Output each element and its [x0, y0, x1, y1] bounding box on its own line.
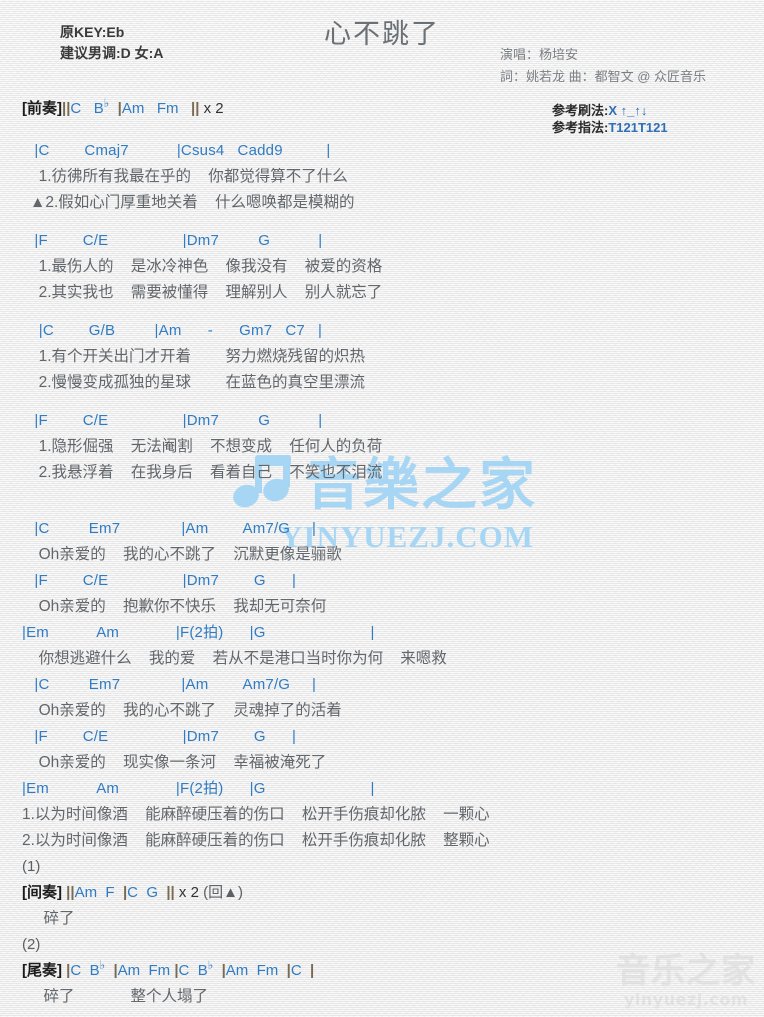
lyric-line: 碎了 [22, 910, 75, 927]
prelude-chord-fm: Fm [156, 100, 179, 117]
lyric-line: 2.慢慢变成孤独的星球 在蓝色的真空里漂流 [30, 374, 365, 391]
lyric-line: Oh亲爱的 现实像一条河 幸福被淹死了 [30, 754, 327, 771]
prelude-chord-bb: B♭ [93, 96, 110, 117]
chord-line: |F C/E |Dm7 G | [30, 572, 297, 589]
lyric-line: 2.其实我也 需要被懂得 理解别人 别人就忘了 [30, 284, 383, 301]
chord-line: |F C/E |Dm7 G | [30, 232, 323, 249]
singer-line: 演唱：杨培安 [500, 47, 579, 62]
lyric-line: 1.最伤人的 是冰冷神色 像我没有 被爱的资格 [30, 258, 383, 275]
interlude-line: [间奏] ||Am F |C G || x 2 (回▲) [0, 880, 764, 906]
outro-tag: [尾奏] [22, 962, 62, 979]
lyric-line: 2.我悬浮着 在我身后 看着自己 不笑也不泪流 [30, 464, 383, 481]
outro-chord-c1: C [70, 962, 82, 979]
chord-line: |C Em7 |Am Am7/G | [30, 520, 317, 537]
writers-line: 詞：姚若龙 曲：都智文 @ 众匠音乐 [500, 69, 707, 84]
outro-chord-fm1: Fm [148, 962, 171, 979]
sheet-header: 原KEY:Eb 建议男调:D 女:A 心不跳了 演唱：杨培安 詞：姚若龙 曲：都… [0, 0, 764, 135]
lyric-line: 2.以为时间像酒 能麻醉硬压着的伤口 松开手伤痕却化脓 整颗心 [22, 832, 490, 849]
lyric-line: Oh亲爱的 抱歉你不快乐 我却无可奈何 [30, 598, 327, 615]
outro-chord-bb1: B♭ [89, 958, 106, 979]
prelude-bar-end: || [191, 100, 200, 117]
outro-chord-fm2: Fm [256, 962, 279, 979]
interlude-return-note: (回▲) [203, 884, 243, 901]
chord-line: |C Em7 |Am Am7/G | [30, 676, 317, 693]
lyric-line: 1.以为时间像酒 能麻醉硬压着的伤口 松开手伤痕却化脓 一颗心 [22, 806, 490, 823]
lyric-line: 1.有个开关出门才开着 努力燃烧残留的炽热 [30, 348, 365, 365]
lyric-line: Oh亲爱的 我的心不跳了 灵魂掉了的活着 [30, 702, 342, 719]
lyric-line: 1.隐形倔强 无法阉割 不想变成 任何人的负荷 [30, 438, 383, 455]
prelude-repeat: x 2 [203, 100, 224, 117]
sheet-body: [前奏] || C B♭ | Am Fm || x 2 |C Cmaj7 |Csus4… [0, 96, 764, 1010]
chord-line: |Em Am |F(2拍) |G | [22, 624, 375, 641]
interlude-chord-c: C [127, 884, 138, 901]
credits: 演唱：杨培安 詞：姚若龙 曲：都智文 @ 众匠音乐 [500, 44, 706, 88]
outro-chord-c3: C [290, 962, 302, 979]
prelude-line: [前奏]||C B♭ |Am Fm || x 2 [0, 96, 764, 122]
chord-sheet: 原KEY:Eb 建议男调:D 女:A 心不跳了 演唱：杨培安 詞：姚若龙 曲：都… [0, 0, 764, 1017]
outro-chord-am1: Am [117, 962, 141, 979]
prelude-tag: [前奏] [22, 100, 62, 117]
interlude-bar-end: || [166, 884, 175, 901]
outro-chord-bb2: B♭ [197, 958, 214, 979]
lyric-line: 你想逃避什么 我的爱 若从不是港口当时你为何 来嗯救 [30, 650, 447, 667]
outro-line: [尾奏] |C B♭ |Am Fm |C B♭ |Am Fm |C | [0, 958, 764, 984]
chord-line: |C Cmaj7 |Csus4 Cadd9 | [30, 142, 331, 159]
interlude-open-bars: || [66, 884, 75, 901]
outro-chord-c2: C [178, 962, 190, 979]
interlude-chord-g: G [146, 884, 158, 901]
chord-line: |Em Am |F(2拍) |G | [22, 780, 375, 797]
interlude-chord-f: F [105, 884, 115, 901]
outro-bar-6: | [310, 962, 315, 979]
lyric-line: 碎了 整个人塌了 [22, 988, 209, 1005]
prelude-chord-am: Am [121, 100, 145, 117]
chord-line: |F C/E |Dm7 G | [30, 412, 323, 429]
chord-line: |F C/E |Dm7 G | [30, 728, 297, 745]
lyric-line: 1.彷彿所有我最在乎的 你都觉得算不了什么 [30, 168, 348, 185]
ending-mark-2: (2) [22, 936, 41, 953]
interlude-chord-am: Am [74, 884, 98, 901]
outro-chord-am2: Am [225, 962, 249, 979]
lyric-line: Oh亲爱的 我的心不跳了 沉默更像是骊歌 [30, 546, 342, 563]
chord-line: |C G/B |Am - Gm7 C7 | [30, 322, 323, 339]
lyric-line: ▲2.假如心门厚重地关着 什么嗯唤都是模糊的 [30, 194, 355, 211]
ending-mark-1: (1) [22, 858, 41, 875]
interlude-repeat: x 2 [178, 884, 199, 901]
prelude-chord-c: C [70, 100, 82, 117]
interlude-tag: [间奏] [22, 884, 62, 901]
